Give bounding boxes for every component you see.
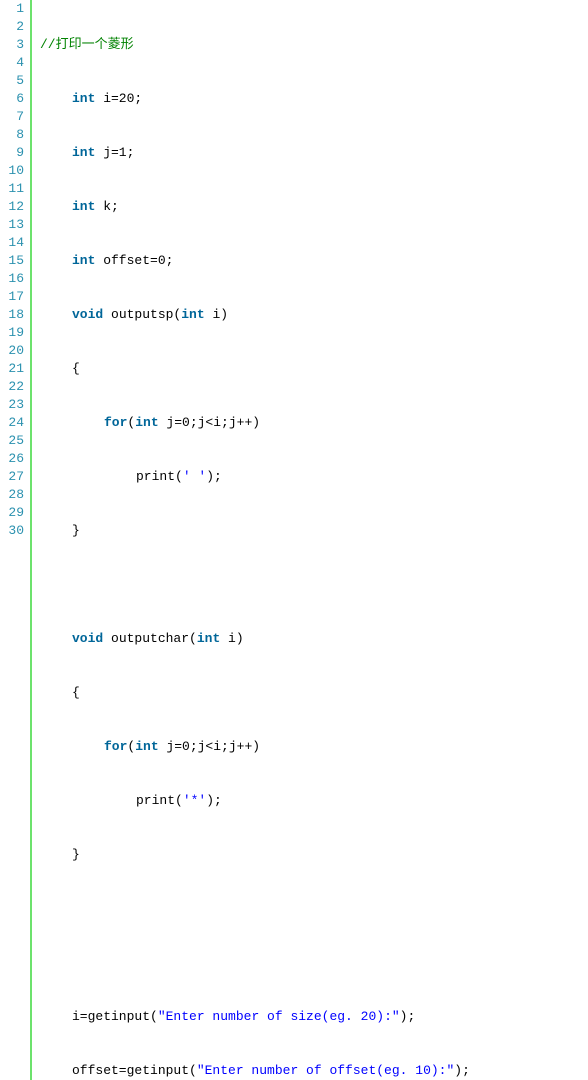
code-text: ); (206, 793, 222, 808)
code-line (40, 576, 588, 594)
code-line (40, 900, 588, 918)
line-number: 26 (0, 450, 24, 468)
line-number: 20 (0, 342, 24, 360)
line-number: 3 (0, 36, 24, 54)
comment: //打印一个菱形 (40, 37, 134, 52)
line-number: 8 (0, 126, 24, 144)
brace: } (72, 523, 80, 538)
keyword-int: int (135, 739, 158, 754)
line-number: 6 (0, 90, 24, 108)
code-text: i=20; (95, 91, 142, 106)
code-line: print('*'); (40, 792, 588, 810)
code-text: ); (206, 469, 222, 484)
line-number: 22 (0, 378, 24, 396)
line-number: 2 (0, 18, 24, 36)
line-number: 17 (0, 288, 24, 306)
keyword-int: int (135, 415, 158, 430)
code-text: outputsp( (103, 307, 181, 322)
line-number: 12 (0, 198, 24, 216)
line-number: 16 (0, 270, 24, 288)
line-number: 24 (0, 414, 24, 432)
code-text: outputchar( (103, 631, 197, 646)
keyword-int: int (72, 253, 95, 268)
line-number-gutter: 1 2 3 4 5 6 7 8 9 10 11 12 13 14 15 16 1… (0, 0, 30, 1080)
keyword-for: for (104, 739, 127, 754)
string-literal: '*' (183, 793, 206, 808)
keyword-int: int (72, 91, 95, 106)
code-line (40, 954, 588, 972)
code-line: void outputchar(int i) (40, 630, 588, 648)
brace: { (72, 685, 80, 700)
code-line: { (40, 360, 588, 378)
line-number: 9 (0, 144, 24, 162)
brace: { (72, 361, 80, 376)
code-area: //打印一个菱形 int i=20; int j=1; int k; int o… (32, 0, 588, 1080)
keyword-void: void (72, 631, 103, 646)
brace: } (72, 847, 80, 862)
keyword-void: void (72, 307, 103, 322)
line-number: 23 (0, 396, 24, 414)
code-text: ( (127, 739, 135, 754)
code-line: void outputsp(int i) (40, 306, 588, 324)
code-text: offset=getinput( (72, 1063, 197, 1078)
keyword-for: for (104, 415, 127, 430)
keyword-int: int (72, 145, 95, 160)
keyword-int: int (197, 631, 220, 646)
code-line: int offset=0; (40, 252, 588, 270)
keyword-int: int (72, 199, 95, 214)
line-number: 18 (0, 306, 24, 324)
line-number: 1 (0, 0, 24, 18)
line-number: 5 (0, 72, 24, 90)
code-line: } (40, 522, 588, 540)
code-line: int j=1; (40, 144, 588, 162)
code-text: k; (95, 199, 118, 214)
code-text: print( (136, 793, 183, 808)
code-line: //打印一个菱形 (40, 36, 588, 54)
code-line: int k; (40, 198, 588, 216)
line-number: 7 (0, 108, 24, 126)
code-text: offset=0; (95, 253, 173, 268)
code-text: j=0;j<i;j++) (159, 739, 260, 754)
code-text: ); (400, 1009, 416, 1024)
string-literal: "Enter number of size(eg. 20):" (158, 1009, 400, 1024)
line-number: 21 (0, 360, 24, 378)
code-text: i) (205, 307, 228, 322)
code-text: print( (136, 469, 183, 484)
code-line: { (40, 684, 588, 702)
code-block: 1 2 3 4 5 6 7 8 9 10 11 12 13 14 15 16 1… (0, 0, 588, 1080)
string-literal: "Enter number of offset(eg. 10):" (197, 1063, 454, 1078)
code-text: i) (220, 631, 243, 646)
code-text: ); (454, 1063, 470, 1078)
code-line: offset=getinput("Enter number of offset(… (40, 1062, 588, 1080)
code-line: i=getinput("Enter number of size(eg. 20)… (40, 1008, 588, 1026)
line-number: 29 (0, 504, 24, 522)
line-number: 28 (0, 486, 24, 504)
code-line: int i=20; (40, 90, 588, 108)
line-number: 25 (0, 432, 24, 450)
code-line: for(int j=0;j<i;j++) (40, 414, 588, 432)
line-number: 27 (0, 468, 24, 486)
code-line: print(' '); (40, 468, 588, 486)
keyword-int: int (181, 307, 204, 322)
code-text: j=0;j<i;j++) (159, 415, 260, 430)
line-number: 10 (0, 162, 24, 180)
line-number: 4 (0, 54, 24, 72)
code-line: } (40, 846, 588, 864)
line-number: 13 (0, 216, 24, 234)
line-number: 14 (0, 234, 24, 252)
code-text: i=getinput( (72, 1009, 158, 1024)
line-number: 11 (0, 180, 24, 198)
line-number: 15 (0, 252, 24, 270)
code-line: for(int j=0;j<i;j++) (40, 738, 588, 756)
string-literal: ' ' (183, 469, 206, 484)
code-text: j=1; (95, 145, 134, 160)
line-number: 30 (0, 522, 24, 540)
line-number: 19 (0, 324, 24, 342)
